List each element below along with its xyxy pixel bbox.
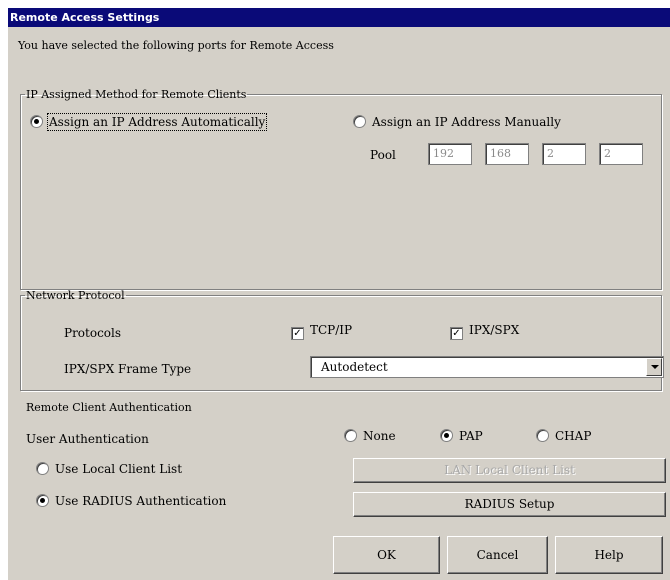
checkmark-icon: ✓ [450, 327, 463, 340]
local-client-list-radio[interactable]: Use Local Client List [36, 462, 182, 476]
frame-type-value: Autodetect [321, 360, 388, 374]
radio-selected-icon [30, 115, 43, 128]
protocols-label: Protocols [64, 326, 122, 340]
assign-manual-radio[interactable]: Assign an IP Address Manually [353, 115, 561, 129]
auth-chap-radio[interactable]: CHAP [536, 429, 591, 443]
ok-button[interactable]: OK [333, 536, 440, 574]
assign-auto-label: Assign an IP Address Automatically [46, 113, 268, 131]
radius-setup-button[interactable]: RADIUS Setup [353, 492, 666, 517]
lan-local-client-list-button[interactable]: LAN Local Client List [353, 458, 666, 483]
auth-pap-radio[interactable]: PAP [440, 429, 483, 443]
auth-none-radio[interactable]: None [344, 429, 396, 443]
ip-assign-legend: IP Assigned Method for Remote Clients [26, 88, 247, 101]
radio-selected-icon [36, 494, 49, 507]
window-title: Remote Access Settings [8, 8, 670, 27]
cancel-button[interactable]: Cancel [447, 536, 548, 574]
ipxspx-label: IPX/SPX [469, 323, 520, 337]
ip-octet-4[interactable]: 2 [599, 143, 643, 165]
assign-auto-radio[interactable]: Assign an IP Address Automatically [30, 113, 268, 131]
ip-octet-1[interactable]: 192 [428, 143, 472, 165]
ipxspx-checkbox[interactable]: ✓ IPX/SPX [450, 323, 519, 340]
radio-empty-icon [36, 462, 49, 475]
pool-label: Pool [370, 148, 396, 162]
auth-none-label: None [363, 429, 396, 443]
remote-access-settings-dialog: Remote Access Settings You have selected… [8, 8, 670, 580]
ip-octet-2[interactable]: 168 [485, 143, 529, 165]
frame-type-label: IPX/SPX Frame Type [64, 362, 192, 376]
radius-auth-label: Use RADIUS Authentication [55, 494, 227, 508]
auth-chap-label: CHAP [555, 429, 592, 443]
intro-text: You have selected the following ports fo… [18, 39, 334, 52]
auth-group-legend: Remote Client Authentication [26, 401, 192, 414]
tcpip-label: TCP/IP [310, 323, 353, 337]
radio-empty-icon [353, 115, 366, 128]
radio-empty-icon [344, 429, 357, 442]
local-client-list-label: Use Local Client List [55, 462, 183, 476]
radius-auth-radio[interactable]: Use RADIUS Authentication [36, 494, 226, 508]
help-button[interactable]: Help [555, 536, 663, 574]
dropdown-arrow-icon[interactable] [646, 358, 662, 376]
radio-selected-icon [440, 429, 453, 442]
assign-manual-label: Assign an IP Address Manually [372, 115, 561, 129]
frame-type-select[interactable]: Autodetect [310, 356, 664, 378]
checkmark-icon: ✓ [291, 327, 304, 340]
user-auth-label: User Authentication [26, 432, 149, 446]
tcpip-checkbox[interactable]: ✓ TCP/IP [291, 323, 352, 340]
ip-octet-3[interactable]: 2 [542, 143, 586, 165]
network-protocol-legend: Network Protocol [26, 289, 125, 302]
radio-empty-icon [536, 429, 549, 442]
auth-pap-label: PAP [459, 429, 483, 443]
